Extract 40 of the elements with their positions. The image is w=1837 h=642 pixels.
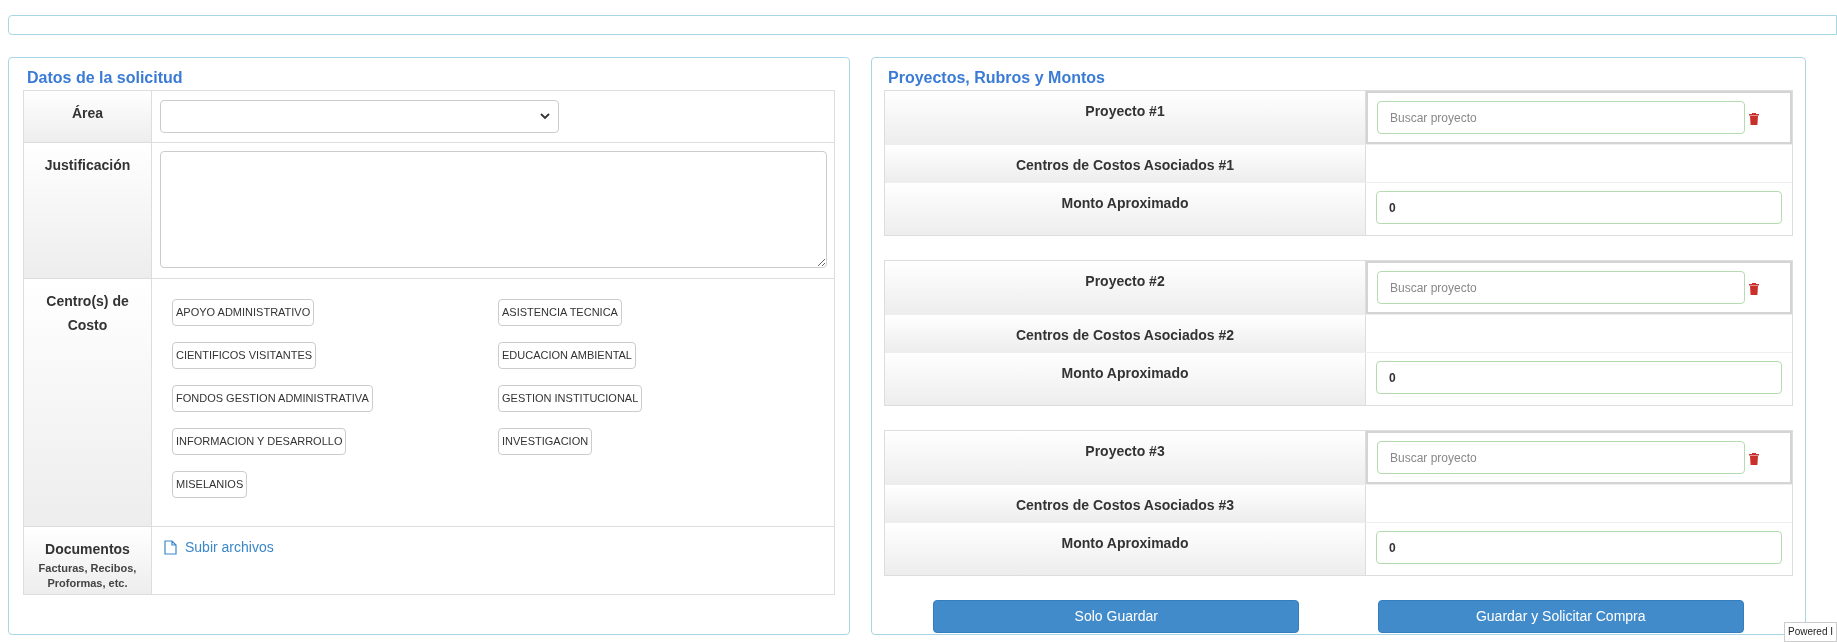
project-label: Proyecto #1 — [1085, 103, 1165, 119]
cost-centers-label: Centros de Costos Asociados #3 — [1015, 497, 1235, 513]
field-label: Área — [71, 105, 104, 121]
chevron-down-icon — [540, 113, 550, 120]
cost-center-chip[interactable]: INVESTIGACION — [498, 428, 593, 455]
cost-center-chip[interactable]: FONDOS GESTION ADMINISTRATIVA — [172, 385, 373, 412]
amount-label: Monto Aproximado — [1061, 195, 1189, 211]
project-search-field[interactable]: Buscar proyecto — [1377, 441, 1745, 474]
field-hint: Facturas, Recibos, Proformas, etc. — [37, 561, 138, 591]
project-label: Proyecto #2 — [1085, 273, 1165, 289]
cost-centers-label: Centros de Costos Asociados #2 — [1015, 327, 1235, 343]
cost-center-chip[interactable]: ASISTENCIA TECNICA — [498, 299, 622, 326]
file-icon — [164, 540, 177, 555]
project-search-field[interactable]: Buscar proyecto — [1377, 101, 1745, 134]
amount-field[interactable]: 0 — [1376, 531, 1782, 564]
cost-center-chip[interactable]: CIENTIFICOS VISITANTES — [172, 342, 317, 369]
project-label: Proyecto #3 — [1085, 443, 1165, 459]
upload-files-link[interactable]: Subir archivos — [185, 537, 274, 558]
panel-title: Proyectos, Rubros y Montos — [888, 68, 1106, 87]
trash-icon[interactable] — [1749, 113, 1759, 125]
cost-centers-label: Centros de Costos Asociados #1 — [1015, 157, 1235, 173]
trash-icon[interactable] — [1749, 453, 1759, 465]
amount-field[interactable]: 0 — [1376, 191, 1782, 224]
powered-badge: Powered I — [1783, 622, 1837, 642]
field-label: Documentos — [45, 541, 130, 557]
cost-center-chip[interactable]: APOYO ADMINISTRATIVO — [172, 299, 315, 326]
amount-label: Monto Aproximado — [1061, 535, 1189, 551]
cost-center-chip[interactable]: GESTION INSTITUCIONAL — [498, 385, 643, 412]
cost-center-chip[interactable]: INFORMACION Y DESARROLLO — [172, 428, 347, 455]
field-label: Justificación — [44, 157, 131, 173]
panel-title: Datos de la solicitud — [27, 68, 184, 87]
cost-center-chip[interactable]: MISELANIOS — [172, 471, 248, 498]
cost-center-chip[interactable]: EDUCACION AMBIENTAL — [498, 342, 636, 369]
save-button[interactable]: Solo Guardar — [933, 600, 1300, 633]
field-label: Centro(s) de Costo — [46, 293, 129, 333]
trash-icon[interactable] — [1749, 283, 1759, 295]
amount-label: Monto Aproximado — [1061, 365, 1189, 381]
amount-field[interactable]: 0 — [1376, 361, 1782, 394]
save-button[interactable]: Guardar y Solicitar Compra — [1377, 600, 1744, 633]
project-search-field[interactable]: Buscar proyecto — [1377, 271, 1745, 304]
